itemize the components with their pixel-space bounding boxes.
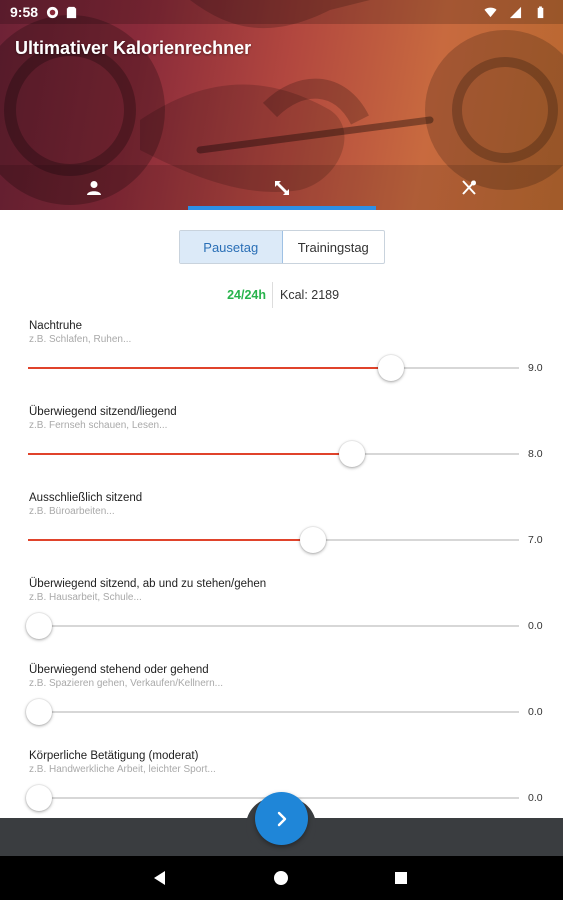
- pausetag-button[interactable]: Pausetag: [180, 231, 283, 263]
- sd-card-icon: [66, 6, 77, 18]
- activity-title: Ausschließlich sitzend: [29, 492, 143, 504]
- tab-indicator: [188, 206, 376, 210]
- slider-fill: [28, 539, 313, 541]
- slider-track[interactable]: [28, 453, 519, 455]
- slider-thumb[interactable]: [26, 699, 52, 725]
- activity-title: Überwiegend stehend oder gehend: [29, 664, 209, 676]
- slider-thumb[interactable]: [339, 441, 366, 467]
- slider-thumb[interactable]: [26, 785, 52, 811]
- activity-row: Überwiegend sitzend, ab und zu stehen/ge…: [0, 578, 563, 658]
- recents-button[interactable]: [391, 868, 411, 888]
- activity-title: Körperliche Betätigung (moderat): [29, 750, 199, 762]
- activity-hint: z.B. Handwerkliche Arbeit, leichter Spor…: [29, 764, 216, 775]
- kcal-total: Kcal: 2189: [280, 288, 340, 302]
- activity-hint: z.B. Hausarbeit, Schule...: [29, 592, 142, 603]
- chevron-right-icon: [277, 811, 286, 826]
- summary-divider: [272, 282, 273, 308]
- status-time: 9:58: [10, 4, 39, 20]
- signal-icon: [509, 6, 522, 18]
- next-button[interactable]: [255, 792, 308, 845]
- slider-track[interactable]: [28, 367, 519, 369]
- activity-value: 0.0: [528, 706, 543, 718]
- app-title: Ultimativer Kalorienrechner: [15, 38, 252, 58]
- activity-hint: z.B. Schlafen, Ruhen...: [29, 334, 132, 345]
- activity-title: Überwiegend sitzend/liegend: [29, 406, 177, 418]
- slider-fill: [28, 367, 392, 369]
- slider-thumb[interactable]: [26, 613, 52, 639]
- tab-bar: [0, 165, 563, 210]
- hours-total: 24/24h: [227, 288, 266, 302]
- cutlery-icon: [462, 179, 477, 195]
- activity-hint: z.B. Spazieren gehen, Verkaufen/Kellnern…: [29, 678, 224, 689]
- recents-square-icon: [395, 872, 407, 884]
- activity-value: 9.0: [528, 362, 543, 374]
- tab-profile[interactable]: [0, 165, 188, 210]
- activity-row: Ausschließlich sitzend z.B. Büroarbeiten…: [0, 492, 563, 572]
- tab-activity[interactable]: [188, 165, 376, 210]
- activity-hint: z.B. Fernseh schauen, Lesen...: [29, 420, 168, 431]
- expand-icon: [274, 180, 289, 195]
- slider-track[interactable]: [28, 625, 519, 627]
- day-type-toggle: Pausetag Trainingstag: [179, 230, 385, 264]
- notification-icon: [46, 6, 59, 18]
- home-circle-icon: [274, 871, 288, 885]
- header: 9:58 Ultimativer Kalorienrechner: [0, 0, 563, 210]
- activity-row: Überwiegend sitzend/liegend z.B. Fernseh…: [0, 406, 563, 486]
- status-bar: 9:58: [0, 0, 563, 24]
- activity-value: 8.0: [528, 448, 543, 460]
- tab-nutrition[interactable]: [375, 165, 563, 210]
- activity-value: 0.0: [528, 620, 543, 632]
- activity-hint: z.B. Büroarbeiten...: [29, 506, 115, 517]
- slider-thumb[interactable]: [378, 355, 405, 381]
- slider-track[interactable]: [28, 539, 519, 541]
- activity-title: Überwiegend sitzend, ab und zu stehen/ge…: [29, 578, 267, 590]
- activity-title: Nachtruhe: [29, 320, 83, 332]
- person-icon: [86, 180, 101, 195]
- slider-fill: [28, 453, 353, 455]
- battery-icon: [537, 5, 544, 18]
- slider-track[interactable]: [28, 711, 519, 713]
- system-nav-bar: [0, 856, 563, 900]
- trainingstag-button[interactable]: Trainingstag: [283, 231, 385, 263]
- slider-thumb[interactable]: [299, 527, 326, 553]
- back-triangle-icon: [154, 871, 165, 885]
- activity-value: 7.0: [528, 534, 543, 546]
- back-button[interactable]: [150, 868, 170, 888]
- activity-row: Nachtruhe z.B. Schlafen, Ruhen... 9.0: [0, 320, 563, 400]
- home-button[interactable]: [271, 868, 291, 888]
- summary-row: 24/24h Kcal: 2189: [0, 282, 563, 308]
- wifi-icon: [484, 7, 497, 17]
- activity-value: 0.0: [528, 792, 543, 804]
- activity-row: Überwiegend stehend oder gehend z.B. Spa…: [0, 664, 563, 744]
